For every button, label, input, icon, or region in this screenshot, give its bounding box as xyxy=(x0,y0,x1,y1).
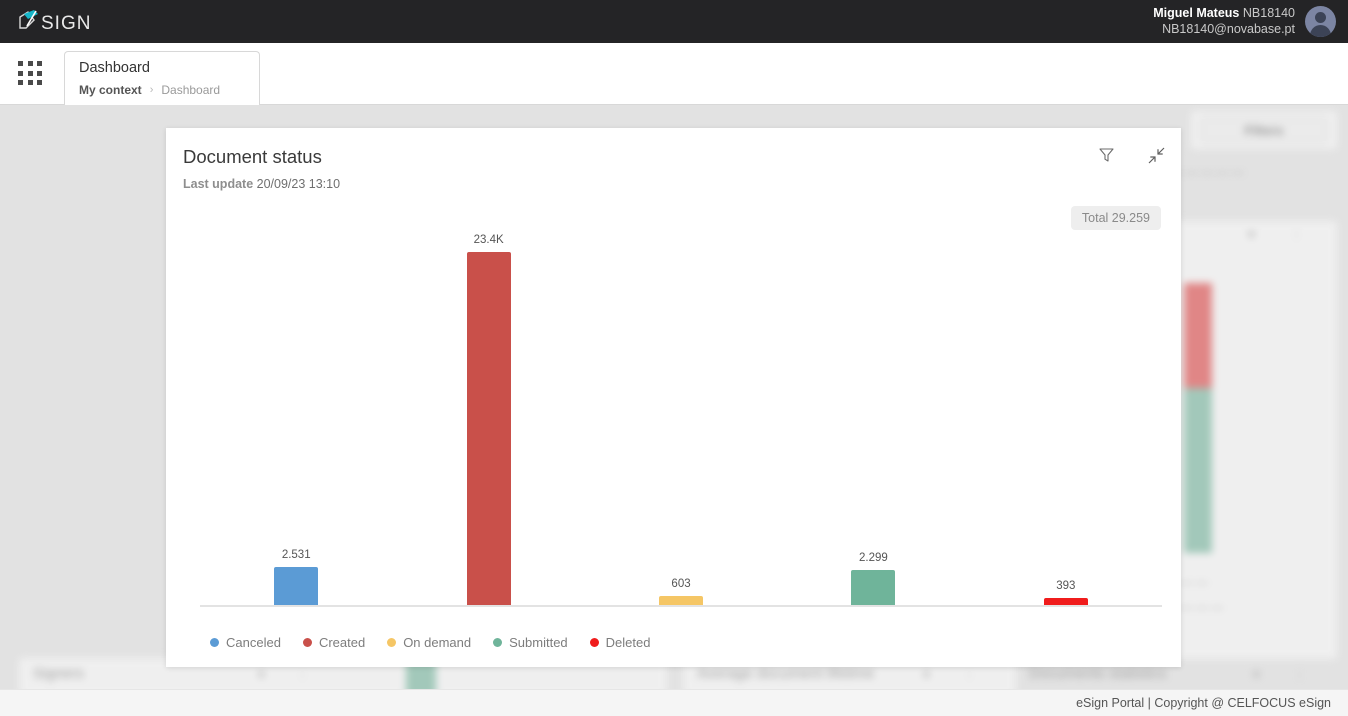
bg-filters-pill: Filters xyxy=(1200,117,1328,143)
chart-legend: Canceled Created On demand Submitted Deleted xyxy=(210,635,650,650)
tab-dashboard[interactable]: Dashboard My context › Dashboard xyxy=(64,51,260,105)
chart-bar-on-demand[interactable]: 603 xyxy=(585,578,777,605)
user-avatar-icon[interactable] xyxy=(1305,6,1336,37)
legend-label: On demand xyxy=(403,635,472,650)
chart-bar-rect[interactable] xyxy=(659,596,704,605)
svg-text:SIGN: SIGN xyxy=(41,13,91,34)
esign-logo-icon: SIGN xyxy=(19,9,91,34)
legend-item-deleted[interactable]: Deleted xyxy=(589,635,651,650)
chart-bar-rect[interactable] xyxy=(1043,598,1088,605)
legend-label: Created xyxy=(318,635,366,650)
user-name: Miguel Mateus xyxy=(1153,5,1240,20)
chart-bar-rect[interactable] xyxy=(466,252,511,605)
chart-bar-created[interactable]: 23.4K xyxy=(392,234,584,605)
legend-label: Canceled xyxy=(226,635,281,650)
breadcrumb-current: Dashboard xyxy=(161,83,221,97)
top-bar: SIGN Miguel Mateus NB18140 NB18140@novab… xyxy=(0,0,1348,43)
collapse-diagonal-arrows-icon[interactable] xyxy=(1145,144,1167,166)
user-info: Miguel Mateus NB18140 NB18140@novabase.p… xyxy=(1153,6,1295,37)
legend-item-on-demand[interactable]: On demand xyxy=(387,635,471,650)
legend-color-dot-icon xyxy=(210,638,219,647)
legend-color-dot-icon xyxy=(589,638,599,647)
chart-bar-value-label: 23.4K xyxy=(473,234,504,246)
last-update-value: 20/09/23 13:10 xyxy=(256,177,341,191)
app-root: SIGN Miguel Mateus NB18140 NB18140@novab… xyxy=(0,0,1348,716)
chart-bar-value-label: 603 xyxy=(671,578,691,590)
chart-bar-deleted[interactable]: 393 xyxy=(970,580,1162,605)
chart-bar-rect[interactable] xyxy=(274,567,319,605)
panel-header: Document status Last update 20/09/23 13:… xyxy=(166,128,1181,230)
panel-title: Document status xyxy=(183,146,322,167)
breadcrumb-separator-icon: › xyxy=(149,84,154,96)
last-update: Last update 20/09/23 13:10 xyxy=(183,177,1161,191)
chart-bar-canceled[interactable]: 2.531 xyxy=(200,549,392,605)
panel-actions xyxy=(1095,144,1167,166)
breadcrumb: My context › Dashboard xyxy=(79,83,245,97)
document-status-panel: Document status Last update 20/09/23 13:… xyxy=(166,128,1181,667)
user-id: NB18140 xyxy=(1242,5,1295,20)
breadcrumb-root[interactable]: My context xyxy=(79,83,142,97)
user-menu[interactable]: Miguel Mateus NB18140 NB18140@novabase.p… xyxy=(1153,6,1348,37)
document-status-chart: 2.531 23.4K 603 2.299 393 Canceled Created On … xyxy=(190,233,1162,716)
nav-strip: Dashboard My context › Dashboard xyxy=(0,43,1348,105)
app-grid-icon[interactable] xyxy=(18,61,44,87)
chart-bars: 2.531 23.4K 603 2.299 393 xyxy=(200,233,1162,605)
legend-label: Submitted xyxy=(509,635,568,650)
legend-color-dot-icon xyxy=(302,638,312,647)
last-update-label: Last update xyxy=(183,177,254,191)
brand-logo[interactable]: SIGN xyxy=(0,8,106,36)
chart-bar-value-label: 2.299 xyxy=(859,552,888,564)
chart-baseline-axis xyxy=(200,605,1162,607)
legend-color-dot-icon xyxy=(387,638,397,647)
chart-bar-value-label: 2.531 xyxy=(281,549,311,561)
chart-bar-submitted[interactable]: 2.299 xyxy=(777,552,969,605)
tab-label: Dashboard xyxy=(79,60,150,76)
legend-color-dot-icon xyxy=(493,638,503,647)
legend-item-canceled[interactable]: Canceled xyxy=(210,635,281,650)
legend-item-submitted[interactable]: Submitted xyxy=(493,635,568,650)
legend-item-created[interactable]: Created xyxy=(302,635,366,650)
filter-funnel-icon[interactable] xyxy=(1095,144,1117,166)
total-badge: Total 29.259 xyxy=(1070,206,1161,230)
user-email: NB18140@novabase.pt xyxy=(1162,21,1295,36)
chart-bar-rect[interactable] xyxy=(851,570,896,605)
legend-label: Deleted xyxy=(605,635,651,650)
chart-bar-value-label: 393 xyxy=(1056,580,1076,592)
